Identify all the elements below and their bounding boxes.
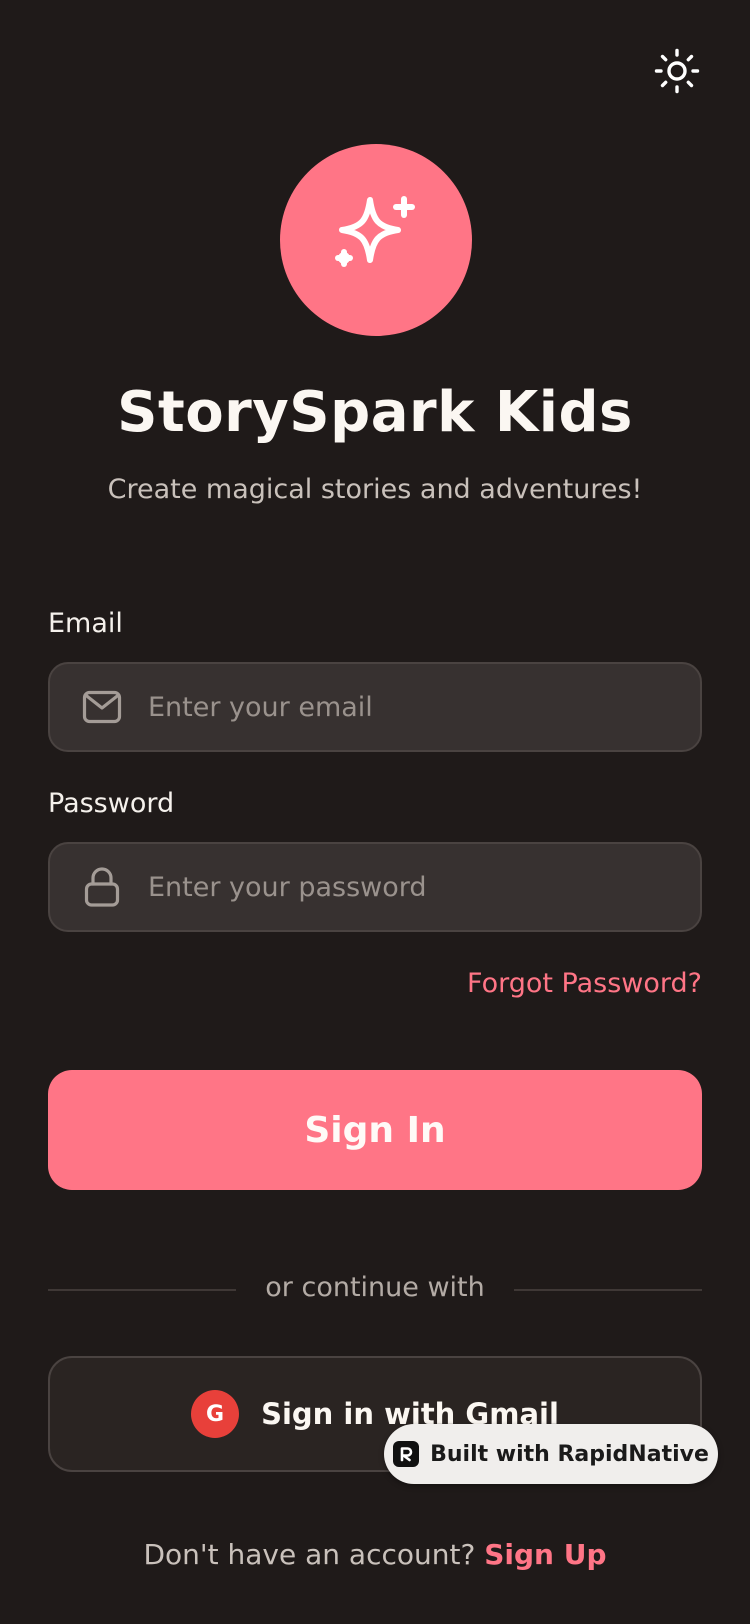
password-field[interactable] <box>48 842 702 932</box>
password-label: Password <box>48 788 175 819</box>
or-divider: or continue with <box>48 1270 702 1310</box>
rapidnative-logo-icon <box>393 1441 420 1467</box>
divider-label: or continue with <box>265 1272 485 1303</box>
built-with-badge[interactable]: Built with RapidNative <box>384 1424 718 1484</box>
signup-prompt: Don't have an account? <box>143 1538 476 1571</box>
password-input[interactable] <box>146 870 680 904</box>
lock-icon <box>82 867 122 907</box>
sign-in-button[interactable]: Sign In <box>48 1070 702 1190</box>
mail-icon <box>82 687 122 727</box>
signup-row: Don't have an account? Sign Up <box>0 1538 750 1571</box>
sparkles-icon <box>335 196 415 267</box>
email-field[interactable] <box>48 662 702 752</box>
app-logo <box>280 144 472 336</box>
email-input[interactable] <box>146 690 680 724</box>
built-with-label: Built with RapidNative <box>430 1441 709 1467</box>
email-label: Email <box>48 608 123 639</box>
sign-up-link[interactable]: Sign Up <box>484 1538 606 1571</box>
app-subtitle: Create magical stories and adventures! <box>107 474 643 505</box>
forgot-password-link[interactable]: Forgot Password? <box>467 968 702 999</box>
sun-icon <box>654 48 700 94</box>
divider-line-right <box>514 1289 702 1291</box>
theme-toggle-button[interactable] <box>652 46 702 96</box>
app-title: StorySpark Kids <box>117 380 633 445</box>
google-icon: G <box>191 1390 240 1438</box>
